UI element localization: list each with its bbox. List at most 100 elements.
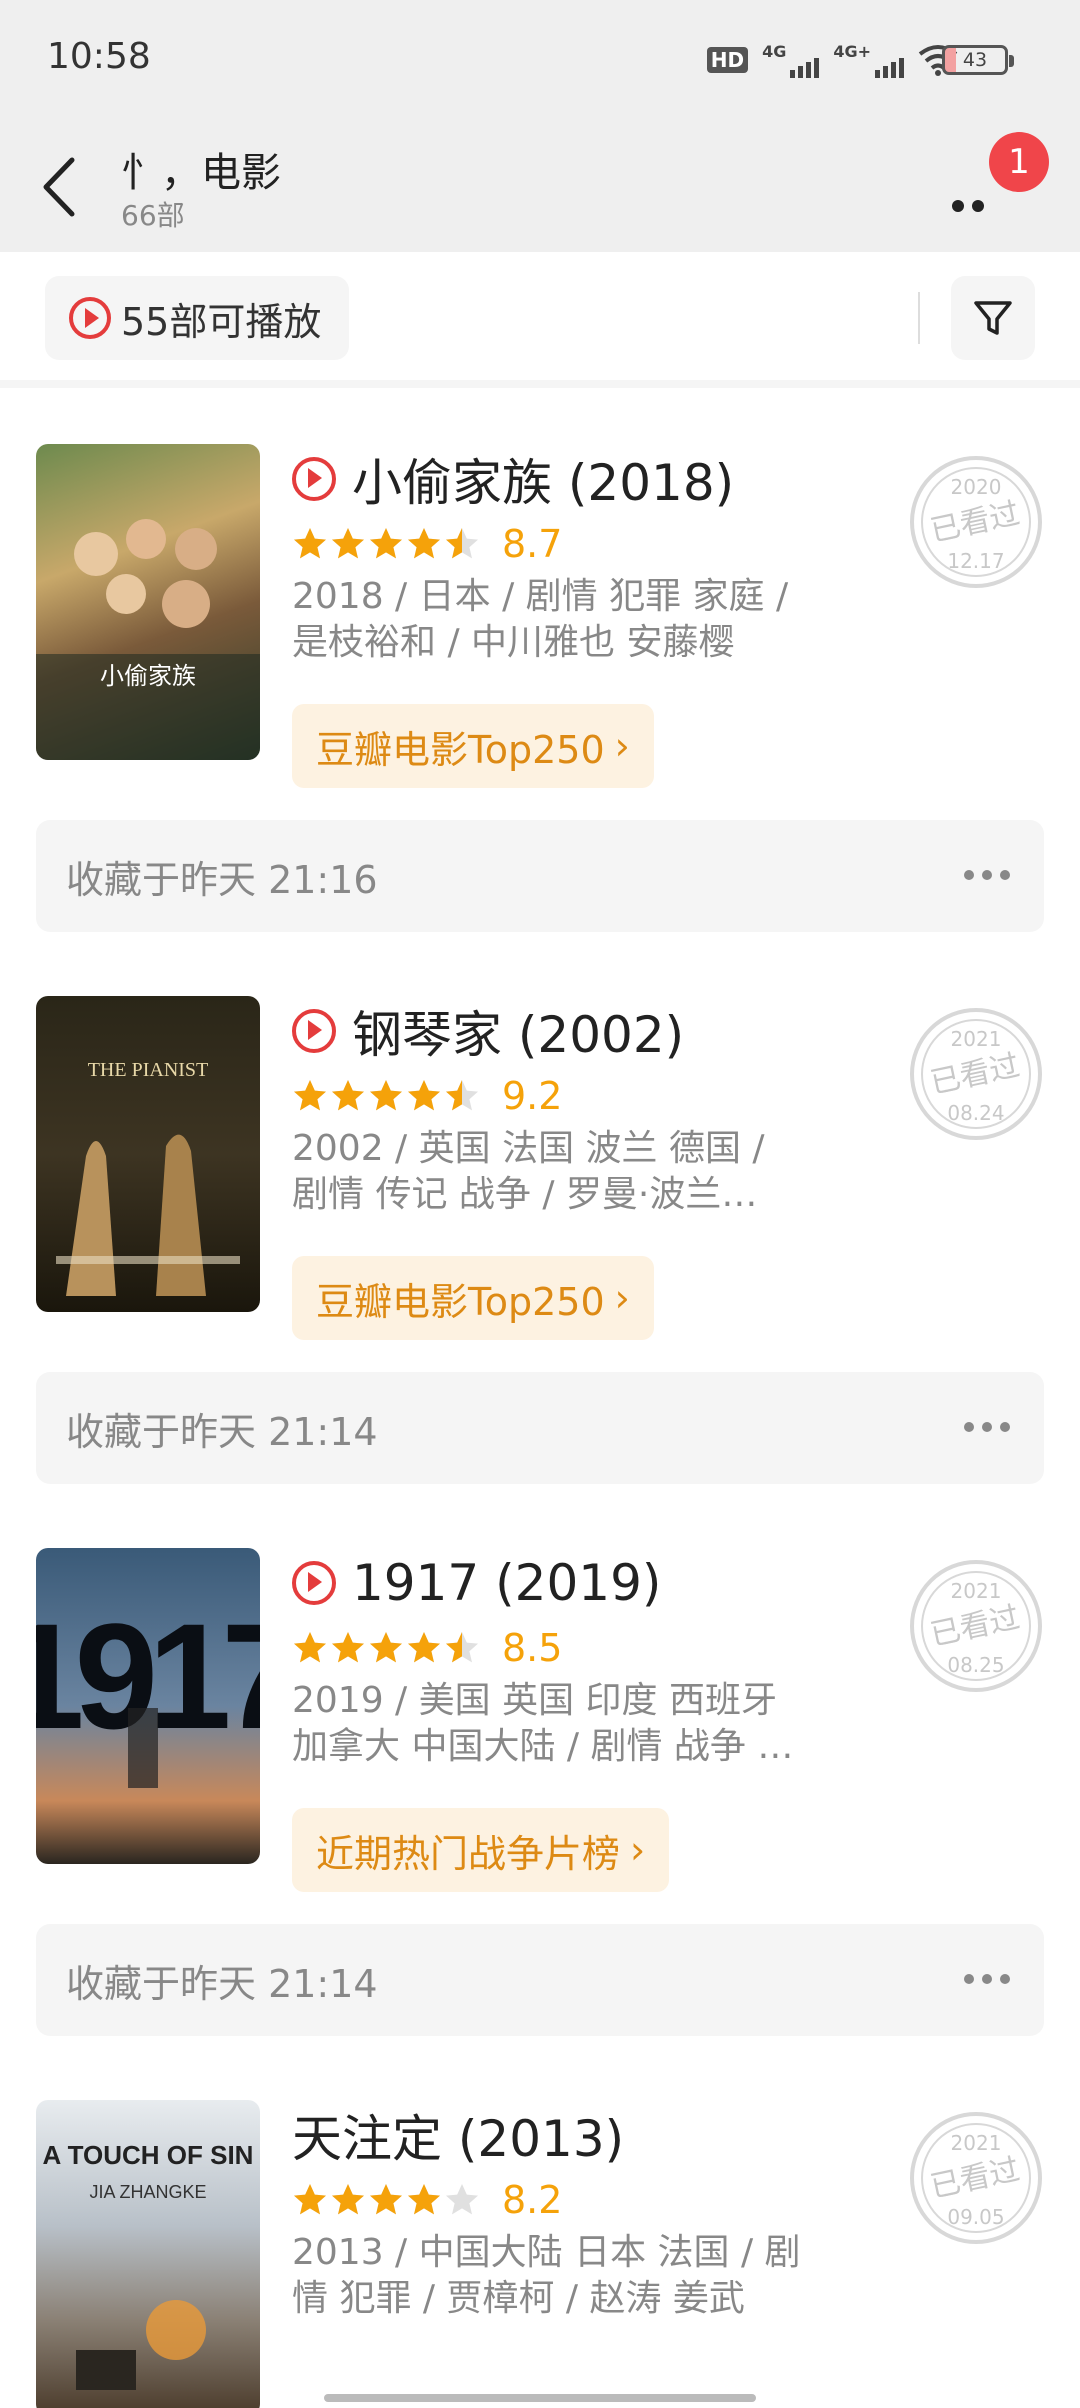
star-icon (408, 1632, 440, 1663)
rating: 8.7 (292, 522, 562, 566)
meta-line: 2013 / 中国大陆 日本 法国 / 剧 (292, 2232, 801, 2273)
page-subtitle: 66部 (121, 199, 185, 232)
star-icon (332, 2184, 364, 2215)
signal-icon: 4G (762, 42, 820, 78)
battery-level: 43 (962, 49, 988, 71)
more-icon[interactable] (964, 1964, 1014, 1994)
signal-icon: 4G+ (833, 42, 904, 78)
star-icon (370, 1632, 402, 1663)
section-separator (0, 380, 1080, 388)
chevron-right-icon: › (630, 1828, 646, 1872)
svg-text:已看过: 已看过 (927, 1600, 1022, 1653)
play-icon (292, 457, 336, 501)
collect-info: 收藏于昨天 21:14 (36, 1924, 1044, 2036)
collect-time: 收藏于昨天 21:14 (66, 1409, 378, 1454)
home-indicator[interactable] (324, 2394, 756, 2402)
meta-line: 2002 / 英国 法国 波兰 德国 / (292, 1128, 765, 1169)
ranking-tag-label: 豆瓣电影Top250 (316, 727, 605, 772)
movie-title[interactable]: 天注定 (2013) (292, 2100, 624, 2171)
collect-time: 收藏于昨天 21:14 (66, 1961, 378, 2006)
star-icon (446, 528, 478, 559)
status-icons: HD 4G 4G+ (706, 40, 958, 80)
poster-image[interactable]: 1917 (36, 1548, 260, 1864)
meta-line: 情 犯罪 / 贾樟柯 / 赵涛 姜武 (292, 2278, 745, 2319)
movie-title[interactable]: 1917 (2019) (352, 1554, 661, 1612)
svg-text:2020: 2020 (951, 475, 1002, 499)
filter-icon (974, 301, 1012, 335)
more-icon[interactable] (964, 1412, 1014, 1442)
list-item[interactable]: 1917 1917 (2019) 8.5 2019 / 美国 英国 印度 西班牙… (0, 1548, 1080, 2100)
list-item[interactable]: THE PIANIST 钢琴家 (2002) 9.2 2002 / 英国 法国 … (0, 996, 1080, 1548)
svg-text:已看过: 已看过 (927, 2152, 1022, 2205)
star-icon (332, 1080, 364, 1111)
movie-title[interactable]: 钢琴家 (2002) (352, 995, 684, 1067)
play-icon (292, 1009, 336, 1053)
svg-text:08.24: 08.24 (947, 1101, 1004, 1125)
battery-icon: 43 (942, 45, 1014, 75)
ranking-tag-label: 近期热门战争片榜 (316, 1831, 621, 1876)
divider (918, 292, 920, 344)
meta-line: 剧情 传记 战争 / 罗曼·波兰… (292, 1174, 758, 1215)
poster-text: THE PIANIST (88, 1059, 209, 1081)
play-icon (292, 1561, 336, 1605)
meta-line: 2018 / 日本 / 剧情 犯罪 家庭 / (292, 576, 789, 617)
playable-label: 55部可播放 (121, 299, 322, 344)
star-icon (446, 2184, 478, 2215)
star-icon (294, 2184, 326, 2215)
network-label: 4G+ (833, 42, 871, 61)
score: 8.2 (502, 2178, 563, 2222)
chevron-right-icon: › (614, 1276, 630, 1320)
star-icon (370, 2184, 402, 2215)
status-bar: 10:58 HD 4G 4G+ 43 (0, 0, 1080, 124)
network-label: 4G (762, 42, 787, 61)
stars (292, 1630, 480, 1666)
poster-image[interactable]: 小偷家族 (36, 444, 260, 760)
svg-text:2021: 2021 (951, 1579, 1002, 1603)
rating: 8.5 (292, 1626, 562, 1670)
poster-text: A TOUCH OF SIN (43, 2140, 254, 2170)
filter-button[interactable] (951, 276, 1035, 360)
score: 8.5 (502, 1626, 563, 1670)
movie-meta: 2013 / 中国大陆 日本 法国 / 剧 情 犯罪 / 贾樟柯 / 赵涛 姜武 (292, 2230, 852, 2322)
star-icon (294, 1080, 326, 1111)
back-icon[interactable] (36, 150, 86, 224)
ranking-tag[interactable]: 豆瓣电影Top250 › (292, 704, 654, 788)
collect-time: 收藏于昨天 21:16 (66, 857, 378, 902)
play-icon (69, 297, 111, 339)
movie-meta: 2019 / 美国 英国 印度 西班牙 加拿大 中国大陆 / 剧情 战争 … (292, 1678, 852, 1770)
list-item[interactable]: 小偷家族 小偷家族 (2018) 8.7 2018 / 日本 / 剧情 犯罪 家… (0, 444, 1080, 996)
svg-text:2021: 2021 (951, 1027, 1002, 1051)
svg-text:09.05: 09.05 (947, 2205, 1004, 2229)
status-time: 10:58 (47, 36, 151, 77)
svg-text:已看过: 已看过 (927, 496, 1022, 549)
poster-image[interactable]: THE PIANIST (36, 996, 260, 1312)
collect-info: 收藏于昨天 21:16 (36, 820, 1044, 932)
movie-title[interactable]: 小偷家族 (2018) (352, 443, 734, 515)
list-item[interactable]: A TOUCH OF SIN JIA ZHANGKE 天注定 (2013) 8.… (0, 2100, 1080, 2408)
page-title: 忄，电影 (121, 150, 281, 196)
meta-line: 是枝裕和 / 中川雅也 安藤樱 (292, 622, 735, 663)
ranking-tag[interactable]: 近期热门战争片榜 › (292, 1808, 670, 1892)
chevron-right-icon: › (614, 724, 630, 768)
meta-line: 加拿大 中国大陆 / 剧情 战争 … (292, 1726, 794, 1767)
star-icon (332, 528, 364, 559)
filter-bar: 55部可播放 (0, 252, 1080, 384)
rating: 9.2 (292, 1074, 562, 1118)
watched-stamp: 2021 已看过 09.05 (910, 2112, 1042, 2244)
star-icon (294, 528, 326, 559)
svg-text:08.25: 08.25 (947, 1653, 1004, 1677)
playable-filter-button[interactable]: 55部可播放 (45, 276, 349, 360)
star-icon (446, 1632, 478, 1663)
collect-info: 收藏于昨天 21:14 (36, 1372, 1044, 1484)
star-icon (370, 1080, 402, 1111)
ranking-tag[interactable]: 豆瓣电影Top250 › (292, 1256, 654, 1340)
star-icon (408, 528, 440, 559)
svg-text:2021: 2021 (951, 2131, 1002, 2155)
svg-text:已看过: 已看过 (927, 1048, 1022, 1101)
stars (292, 2182, 480, 2218)
score: 8.7 (502, 522, 563, 566)
star-icon (332, 1632, 364, 1663)
poster-image[interactable]: A TOUCH OF SIN JIA ZHANGKE (36, 2100, 260, 2408)
more-icon[interactable] (964, 860, 1014, 890)
poster-text: JIA ZHANGKE (89, 2182, 206, 2202)
